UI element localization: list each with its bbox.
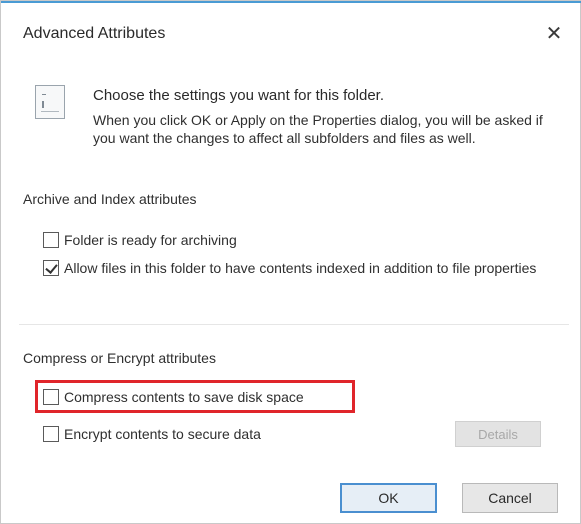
compress-checkbox-row[interactable]: Compress contents to save disk space xyxy=(43,388,304,407)
encrypt-checkbox-label: Encrypt contents to secure data xyxy=(64,426,261,442)
archive-checkbox-row[interactable]: Folder is ready for archiving xyxy=(43,231,237,250)
cancel-button[interactable]: Cancel xyxy=(462,483,558,513)
compress-checkbox-label: Compress contents to save disk space xyxy=(64,389,304,405)
close-button[interactable]: ✕ xyxy=(538,17,570,49)
archive-group-label: Archive and Index attributes xyxy=(23,191,197,207)
details-button[interactable]: Details xyxy=(455,421,541,447)
ok-button[interactable]: OK xyxy=(340,483,437,513)
title-bar: Advanced Attributes ✕ xyxy=(1,3,580,61)
index-checkbox-row[interactable]: Allow files in this folder to have conte… xyxy=(43,259,563,278)
dialog-content: Choose the settings you want for this fo… xyxy=(19,61,569,456)
archive-checkbox-label: Folder is ready for archiving xyxy=(64,232,237,248)
close-icon: ✕ xyxy=(545,22,563,45)
group-divider xyxy=(19,324,569,325)
intro-description: When you click OK or Apply on the Proper… xyxy=(93,112,543,146)
encrypt-checkbox[interactable] xyxy=(43,426,59,442)
intro-heading: Choose the settings you want for this fo… xyxy=(93,87,384,104)
dialog-title: Advanced Attributes xyxy=(23,25,166,42)
encrypt-checkbox-row[interactable]: Encrypt contents to secure data xyxy=(43,425,261,444)
index-checkbox[interactable] xyxy=(43,260,59,276)
folder-settings-icon xyxy=(35,85,65,119)
compress-checkbox[interactable] xyxy=(43,389,59,405)
archive-checkbox[interactable] xyxy=(43,232,59,248)
index-checkbox-label: Allow files in this folder to have conte… xyxy=(64,260,537,276)
compress-group-label: Compress or Encrypt attributes xyxy=(23,350,216,366)
advanced-attributes-dialog: Advanced Attributes ✕ Choose the setting… xyxy=(0,0,581,524)
